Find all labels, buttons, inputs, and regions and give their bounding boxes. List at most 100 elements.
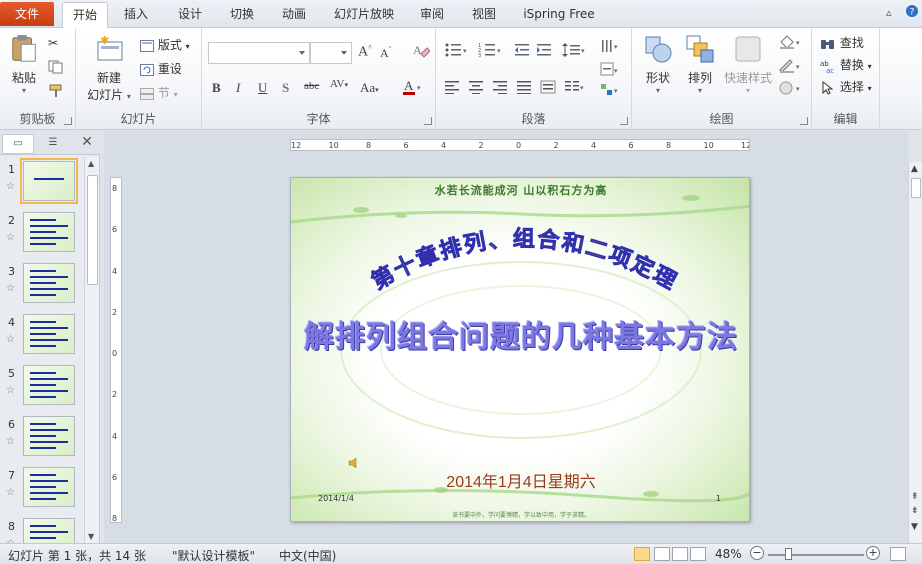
close-panel-icon[interactable]: ✕ xyxy=(78,134,96,154)
zoom-slider[interactable] xyxy=(768,554,864,556)
slide-thumbnail[interactable] xyxy=(23,365,75,405)
slide-sorter-view-icon[interactable] xyxy=(654,547,670,561)
slide-vertical-scrollbar[interactable]: ▲ ⇞ ⇟ ▼ xyxy=(908,162,922,543)
tab-home[interactable]: 开始 xyxy=(62,2,108,29)
shadow-icon[interactable]: S xyxy=(282,80,289,96)
numbering-icon[interactable]: 1 2 3 ▾ xyxy=(478,42,504,61)
arrange-button[interactable]: 排列 ▾ xyxy=(680,34,720,95)
align-right-icon[interactable] xyxy=(492,80,508,97)
slide-thumbnail-row[interactable]: 3 ☆ xyxy=(0,263,84,311)
slide-thumbnail-row[interactable]: 1 ☆ xyxy=(0,158,84,209)
help-icon[interactable]: ? xyxy=(905,4,919,21)
align-center-icon[interactable] xyxy=(468,80,484,97)
shape-fill-icon[interactable]: ▾ xyxy=(778,34,804,53)
slide-thumbnail-row[interactable]: 4 ☆ xyxy=(0,314,84,362)
tab-slideshow[interactable]: 幻灯片放映 xyxy=(327,2,401,28)
reading-view-icon[interactable] xyxy=(672,547,688,561)
next-slide-icon[interactable]: ⇟ xyxy=(911,506,919,516)
align-left-icon[interactable] xyxy=(444,80,460,97)
slide-thumbnail-row[interactable]: 2 ☆ xyxy=(0,212,84,260)
character-spacing-icon[interactable]: AV▾ xyxy=(330,78,348,90)
smartart-icon[interactable]: ▾ xyxy=(600,82,622,101)
scroll-up-icon[interactable]: ▲ xyxy=(88,159,94,168)
reset-button[interactable]: 重设 xyxy=(140,60,182,77)
align-text-icon[interactable]: ▾ xyxy=(600,62,622,81)
bullets-icon[interactable]: ▾ xyxy=(444,42,470,61)
shape-effects-icon[interactable]: ▾ xyxy=(778,80,804,99)
previous-slide-icon[interactable]: ⇞ xyxy=(911,492,919,502)
tab-animations[interactable]: 动画 xyxy=(274,2,314,28)
shape-outline-icon[interactable]: ▾ xyxy=(778,58,804,77)
tab-ispring[interactable]: iSpring Free xyxy=(516,2,602,28)
vertical-scroll-thumb[interactable] xyxy=(911,178,921,198)
slide-thumbnail-row[interactable]: 5 ☆ xyxy=(0,365,84,413)
distributed-icon[interactable] xyxy=(540,80,556,97)
shapes-button[interactable]: 形状 ▾ xyxy=(638,34,678,95)
clear-formatting-icon[interactable]: A xyxy=(412,42,431,62)
language-status[interactable]: 中文(中国) xyxy=(279,547,336,564)
slide-thumbnail[interactable] xyxy=(23,518,75,543)
paste-button[interactable]: 粘贴 ▾ xyxy=(6,34,42,95)
clipboard-launcher-icon[interactable] xyxy=(64,117,72,125)
zoom-level[interactable]: 48% xyxy=(715,547,742,561)
tab-view[interactable]: 视图 xyxy=(464,2,504,28)
line-spacing-icon[interactable]: ▾ xyxy=(562,42,586,61)
scroll-down-icon[interactable]: ▼ xyxy=(88,532,94,541)
copy-icon[interactable] xyxy=(48,60,64,77)
theme-status[interactable]: "默认设计模板" xyxy=(172,547,255,564)
select-button[interactable]: 选择 ▾ xyxy=(820,78,872,95)
zoom-slider-knob[interactable] xyxy=(785,548,793,560)
slide-thumbnail-row[interactable]: 7 ☆ xyxy=(0,467,84,515)
slides-tab-icon[interactable]: ▭ xyxy=(2,134,34,154)
tab-transitions[interactable]: 切换 xyxy=(222,2,262,28)
slide-thumbnail[interactable] xyxy=(23,263,75,303)
shrink-font-icon[interactable]: Aˇ xyxy=(380,45,391,61)
thumbnails-scrollbar[interactable]: ▲ ▼ xyxy=(84,157,99,543)
slide-thumbnail[interactable] xyxy=(23,212,75,252)
cut-icon[interactable]: ✂ xyxy=(48,36,58,50)
font-name-combo[interactable] xyxy=(208,42,310,64)
justify-icon[interactable] xyxy=(516,80,532,97)
change-case-icon[interactable]: Aa▾ xyxy=(360,80,379,96)
minimize-ribbon-icon[interactable]: ▵ xyxy=(886,6,892,19)
bold-icon[interactable]: B xyxy=(212,80,221,96)
slide-thumbnail[interactable] xyxy=(20,158,78,204)
format-painter-icon[interactable] xyxy=(48,84,64,101)
quick-styles-button[interactable]: 快速样式 ▾ xyxy=(720,34,776,95)
current-slide[interactable]: 水若长流能成河 山以积石方为高 第十章排列、组合和二项定理 解排列组合问题的几种… xyxy=(290,177,750,522)
grow-font-icon[interactable]: A^ xyxy=(358,43,372,61)
tab-design[interactable]: 设计 xyxy=(170,2,210,28)
new-slide-button[interactable]: ✱ 新建 幻灯片 ▾ xyxy=(84,34,134,103)
slideshow-view-icon[interactable] xyxy=(690,547,706,561)
scroll-down-icon[interactable]: ▼ xyxy=(911,522,918,532)
layout-button[interactable]: 版式 ▾ xyxy=(140,36,190,53)
slide-thumbnail-row[interactable]: 8☆ xyxy=(0,518,84,543)
tab-insert[interactable]: 插入 xyxy=(116,2,156,28)
decrease-indent-icon[interactable] xyxy=(514,42,530,61)
slide-thumbnail[interactable] xyxy=(23,314,75,354)
thumbnails-scroll-thumb[interactable] xyxy=(87,175,98,285)
slide-thumbnail[interactable] xyxy=(23,416,75,456)
strikethrough-icon[interactable]: abc xyxy=(304,80,319,92)
zoom-in-icon[interactable]: + xyxy=(866,546,880,560)
find-button[interactable]: 查找 xyxy=(820,34,864,51)
font-color-icon[interactable]: A ▾ xyxy=(402,78,424,100)
fit-to-window-icon[interactable] xyxy=(890,547,906,561)
scroll-up-icon[interactable]: ▲ xyxy=(911,164,918,174)
zoom-out-icon[interactable]: − xyxy=(750,546,764,560)
slide-thumbnail[interactable] xyxy=(23,467,75,507)
columns-icon[interactable]: ▾ xyxy=(564,80,586,97)
paragraph-launcher-icon[interactable] xyxy=(620,117,628,125)
replace-button[interactable]: ab ac 替换 ▾ xyxy=(820,56,872,73)
font-launcher-icon[interactable] xyxy=(424,117,432,125)
slide-thumbnail-row[interactable]: 6 ☆ xyxy=(0,416,84,464)
font-size-combo[interactable] xyxy=(310,42,352,64)
drawing-launcher-icon[interactable] xyxy=(800,117,808,125)
italic-icon[interactable]: I xyxy=(236,80,240,96)
underline-icon[interactable]: U xyxy=(258,80,267,96)
text-direction-icon[interactable]: ▾ xyxy=(600,38,622,59)
outline-tab-icon[interactable]: ☰ xyxy=(36,134,70,154)
section-button[interactable]: 节 ▾ xyxy=(140,84,178,101)
tab-review[interactable]: 审阅 xyxy=(412,2,452,28)
tab-file[interactable]: 文件 xyxy=(0,2,54,26)
